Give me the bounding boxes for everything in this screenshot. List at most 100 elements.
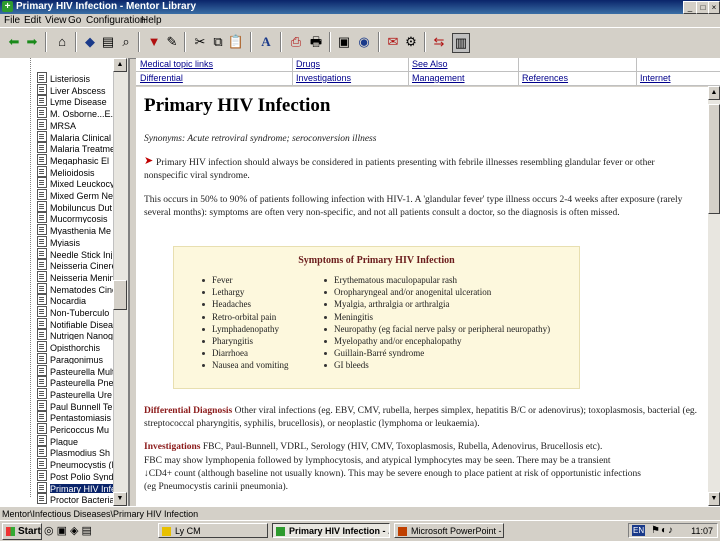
tree-item-label: Paul Bunnell Te — [50, 401, 113, 411]
tree-scroll-thumb[interactable] — [113, 280, 127, 310]
quick-launch-icons[interactable]: ◎▣◈▤ — [44, 524, 154, 538]
document-icon — [37, 294, 47, 306]
menu-configuration[interactable]: Configuration — [86, 14, 145, 27]
taskbar: Start ◎▣◈▤ Ly CM Primary HIV Infection -… — [0, 520, 720, 541]
symptom-item: Headaches — [212, 299, 251, 310]
bullet-icon — [202, 315, 205, 319]
bullet-icon — [324, 340, 327, 343]
print-setup-icon[interactable]: ⎙ — [288, 33, 304, 51]
menu-view[interactable]: View — [45, 14, 67, 27]
tree-item-label: Non-Tuberculo — [50, 308, 110, 317]
link-references[interactable]: References — [522, 72, 568, 85]
topic-tree[interactable]: Listeriosis Liver Abscess Lyme Disease M. O… — [0, 58, 130, 506]
tree-item-label: Melioidosis — [50, 167, 95, 177]
cut-icon[interactable]: ✂ — [192, 33, 208, 51]
document-icon — [37, 247, 47, 259]
panel-toggle-icon[interactable]: ▥ — [452, 33, 470, 53]
tree-item-label: Malaria Clinical — [50, 132, 112, 142]
document-icon — [37, 352, 47, 364]
toolbar: ⬅ ➡ ⌂ ◆ ▤ ⌕ ▼ ✎ ✂ ⧉ 📋 A ⎙ 🖶 ▣ ◉ ✉ ⚙ ⇆ ▥ — [0, 27, 720, 59]
tree-item-label: Neisseria Cinere — [50, 261, 117, 271]
window-title: Primary HIV Infection - Mentor Library — [16, 1, 197, 12]
start-label: Start — [18, 526, 41, 537]
menu-help[interactable]: Help — [141, 14, 162, 27]
paste-icon[interactable]: 📋 — [228, 33, 244, 51]
investigations-line-2: FBC may show lymphopenia followed by lym… — [144, 456, 611, 466]
symptom-item: Oropharyngeal and/or anogenital ulcerati… — [334, 287, 492, 298]
tree-item-label: Post Polio Syndr — [50, 471, 117, 481]
document-icon — [37, 224, 47, 236]
symptom-item: Retro-orbital pain — [212, 311, 277, 322]
content-scroll-up-icon[interactable]: ▲ — [708, 86, 720, 100]
task-ly-cm[interactable]: Ly CM — [158, 523, 268, 538]
contents-icon[interactable]: ◆ — [82, 33, 98, 51]
link-differential[interactable]: Differential — [140, 72, 183, 85]
tree-scroll-up-icon[interactable]: ▲ — [113, 58, 127, 72]
symptom-item: Fever — [212, 275, 233, 285]
menu-go[interactable]: Go — [68, 14, 81, 27]
document-icon — [37, 165, 47, 177]
forward-icon[interactable]: ➡ — [24, 33, 40, 51]
tree-item-label: Nocardia — [50, 296, 87, 306]
synonyms-text: Synonyms: Acute retroviral syndrome; ser… — [144, 134, 377, 144]
globe-icon[interactable]: ◉ — [356, 33, 372, 51]
document-icon — [37, 282, 47, 294]
menu-file[interactable]: File — [4, 14, 20, 27]
link-drugs[interactable]: Drugs — [296, 58, 320, 71]
status-bar: Mentor\Infectious Diseases\Primary HIV I… — [0, 506, 720, 521]
minimize-button[interactable]: _ — [683, 1, 697, 14]
bullet-icon — [202, 279, 205, 282]
filter-icon[interactable]: ▼ — [146, 33, 162, 51]
tree-item-label: Primary HIV Infe — [50, 483, 117, 493]
sync-icon[interactable]: ⇆ — [431, 33, 447, 51]
search-icon[interactable]: ⌕ — [118, 33, 134, 51]
tree-item-label: Pneumocystis (N — [50, 460, 119, 470]
document-icon — [37, 107, 47, 119]
document-icon — [37, 458, 47, 470]
document-icon — [37, 118, 47, 130]
index-icon[interactable]: ▤ — [100, 33, 116, 51]
tree-item-label: Myiasis — [50, 237, 81, 247]
home-icon[interactable]: ⌂ — [54, 33, 70, 51]
investigations-line-4: (eg Pneumocystis carinii pneumonia). — [144, 482, 289, 492]
edit-note-icon[interactable]: ✎ — [164, 33, 180, 51]
tools-icon[interactable]: ⚙ — [403, 33, 419, 51]
document-icon — [37, 341, 47, 353]
notes-icon[interactable]: ✉ — [385, 33, 401, 51]
symptom-item: GI bleeds — [334, 360, 369, 371]
back-icon[interactable]: ⬅ — [6, 33, 22, 51]
content-scroll-down-icon[interactable]: ▼ — [708, 492, 720, 506]
link-medical-topic-links[interactable]: Medical topic links — [140, 58, 213, 71]
symptom-item: Lethargy — [212, 287, 245, 298]
bullet-icon — [202, 340, 205, 343]
symptom-item: Erythematous maculopapular rash — [334, 275, 457, 285]
copy-icon[interactable]: ⧉ — [210, 33, 226, 51]
link-see-also[interactable]: See Also — [412, 58, 448, 71]
task-powerpoint[interactable]: Microsoft PowerPoint - [N... — [394, 523, 504, 538]
bullet-icon — [324, 303, 327, 307]
content-scroll-thumb[interactable] — [708, 104, 720, 214]
tray-icons[interactable]: ⚑◐♪ — [651, 524, 674, 537]
app-icon: + — [2, 1, 13, 12]
tree-item-label: Needle Stick Inj — [50, 249, 113, 259]
investigations-heading: Investigations — [144, 442, 201, 452]
tree-item-label: Liver Abscess — [50, 85, 106, 95]
link-investigations[interactable]: Investigations — [296, 72, 351, 85]
document-icon — [37, 317, 47, 329]
link-management[interactable]: Management — [412, 72, 465, 85]
start-button[interactable]: Start — [2, 523, 42, 540]
link-internet[interactable]: Internet — [640, 72, 671, 85]
language-indicator[interactable]: EN — [632, 525, 646, 536]
tree-item-label: Mixed Leuckocyt — [50, 179, 118, 189]
bullet-icon — [324, 327, 327, 331]
menu-bar: File Edit View Go Configuration Help — [0, 14, 720, 27]
close-button[interactable]: × — [708, 1, 720, 14]
tree-scroll-down-icon[interactable]: ▼ — [113, 492, 127, 506]
bookmark-icon[interactable]: ▣ — [336, 33, 352, 51]
document-icon — [37, 130, 47, 142]
font-icon[interactable]: A — [258, 33, 274, 51]
task-primary-hiv[interactable]: Primary HIV Infection - ... — [272, 523, 390, 538]
bullet-icon — [324, 315, 327, 319]
print-icon[interactable]: 🖶 — [308, 33, 324, 51]
menu-edit[interactable]: Edit — [24, 14, 41, 27]
